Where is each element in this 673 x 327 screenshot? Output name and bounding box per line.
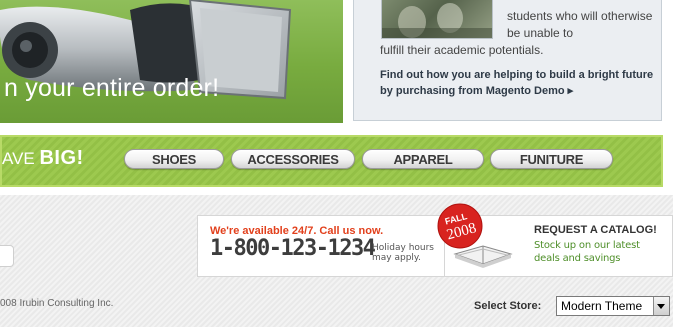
holiday-hours-note: Holiday hours may apply. [372,243,434,263]
nav-button-accessories[interactable]: ACCESSORIES [231,149,355,169]
catalog-description: Stock up on our latest deals and savings [534,240,640,264]
store-selected-value: Modern Theme [561,299,643,313]
fall-2008-badge: FALL 2008 [437,203,483,249]
dropdown-arrow-icon[interactable] [653,297,669,315]
footer: We're available 24/7. Call us now. 1-800… [0,195,673,327]
promo-cta-link[interactable]: Find out how you are helping to build a … [380,67,660,99]
save-big-slogan: AVE BIG! [2,147,84,170]
category-nav-bar: AVE BIG! SHOES ACCESSORIES APPAREL FUNIT… [0,135,663,187]
select-store-label: Select Store: [474,300,542,312]
nav-button-shoes[interactable]: SHOES [124,149,224,169]
copyright-text: 008 Irubin Consulting Inc. [0,298,114,309]
promo-banner-right: students who will otherwise be unable to… [353,0,662,121]
contact-box: We're available 24/7. Call us now. 1-800… [197,215,445,277]
slogan-prefix: AVE [2,149,40,168]
promo-banner-left[interactable]: n your entire order! [0,0,343,123]
nav-button-funiture[interactable]: FUNITURE [490,149,613,169]
promo-headline: n your entire order! [4,74,220,102]
footer-input-edge[interactable] [0,245,14,267]
promo-description: students who will otherwise be unable to [507,9,653,40]
nav-button-apparel[interactable]: APPAREL [362,149,484,169]
slogan-big: BIG! [39,147,84,169]
promo-description-continued: fulfill their academic potentials. [380,43,544,57]
catalog-title: REQUEST A CATALOG! [534,224,657,236]
students-photo [381,0,493,39]
store-selector[interactable]: Modern Theme [556,296,670,316]
phone-number: 1-800-123-1234 [210,236,376,261]
